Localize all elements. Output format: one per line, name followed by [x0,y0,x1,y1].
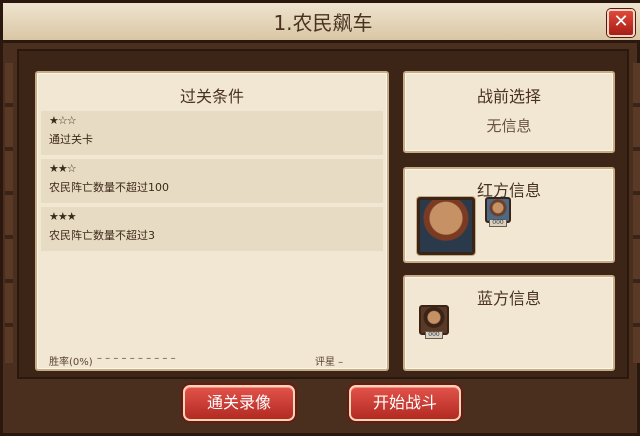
condition-stars: ★★☆ [49,162,77,175]
condition-stars: ★☆☆ [49,114,77,127]
blue-side-panel: 蓝方信息 000 [403,275,615,371]
prebattle-info: 无信息 [486,117,532,135]
conditions-title: 过关条件 [179,87,244,106]
red-hero-portrait[interactable] [417,197,475,255]
blue-unit-count-badge: 000 [425,331,443,339]
condition-row-2: ★★☆ 农民阵亡数量不超过100 [41,159,383,203]
condition-text: 通过关卡 [49,133,93,146]
dialog-title: 1.农民飙车 [273,11,373,35]
left-wall-decoration [5,63,13,363]
replay-button[interactable]: 通关录像 [183,385,295,421]
prebattle-title: 战前选择 [476,87,541,106]
prebattle-panel: 战前选择 无信息 [403,71,615,153]
conditions-panel: 过关条件 ★☆☆ 通过关卡 ★★☆ 农民阵亡数量不超过100 ★★★ 农民阵亡数… [35,71,389,371]
condition-stars: ★★★ [49,210,77,223]
red-unit-count-badge: 000 [489,219,507,227]
close-button[interactable]: ✕ [607,9,635,37]
red-side-panel: 红方信息 000 [403,167,615,263]
title-bar: 1.农民飙车 ✕ [3,3,640,43]
win-rate-dashes: – – – – – – – – – – [97,353,176,364]
right-wall-decoration [633,63,640,363]
condition-row-1: ★☆☆ 通过关卡 [41,111,383,155]
game-dialog: 1.农民飙车 ✕ 过关条件 ★☆☆ 通过关卡 ★★☆ 农民阵亡数量不超过100 … [0,0,640,436]
start-battle-button[interactable]: 开始战斗 [349,385,461,421]
condition-row-3: ★★★ 农民阵亡数量不超过3 [41,207,383,251]
condition-text: 农民阵亡数量不超过3 [49,229,155,242]
dialog-body: 过关条件 ★☆☆ 通过关卡 ★★☆ 农民阵亡数量不超过100 ★★★ 农民阵亡数… [17,49,629,379]
win-rate-label: 胜率(0%) [49,357,93,368]
condition-text: 农民阵亡数量不超过100 [49,181,169,194]
rating-label: 评星 – [315,357,344,368]
